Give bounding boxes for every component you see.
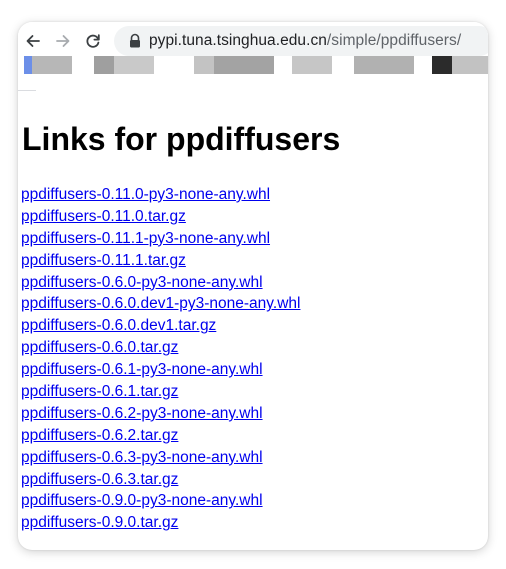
list-item: ppdiffusers-0.6.1-py3-none-any.whl	[21, 359, 300, 381]
list-item: ppdiffusers-0.6.1.tar.gz	[21, 381, 300, 403]
package-link[interactable]: ppdiffusers-0.6.0.dev1-py3-none-any.whl	[21, 295, 300, 312]
bookmark-item[interactable]	[24, 56, 32, 74]
package-link[interactable]: ppdiffusers-0.6.1-py3-none-any.whl	[21, 361, 263, 378]
package-link[interactable]: ppdiffusers-0.11.0-py3-none-any.whl	[21, 186, 270, 203]
package-link[interactable]: ppdiffusers-0.9.0.tar.gz	[21, 514, 178, 531]
bookmark-item[interactable]	[292, 56, 332, 74]
package-link[interactable]: ppdiffusers-0.11.0.tar.gz	[21, 208, 186, 225]
package-link[interactable]: ppdiffusers-0.11.1.tar.gz	[21, 252, 186, 269]
reload-icon	[86, 34, 100, 48]
list-item: ppdiffusers-0.6.0.dev1.tar.gz	[21, 315, 300, 337]
lock-icon	[130, 33, 140, 48]
back-arrow-icon	[26, 35, 40, 47]
url-path: /simple/ppdiffusers/	[326, 32, 462, 49]
bookmark-item[interactable]	[432, 56, 452, 74]
list-item: ppdiffusers-0.11.1-py3-none-any.whl	[21, 228, 300, 250]
address-bar[interactable]: pypi.tuna.tsinghua.edu.cn/simple/ppdiffu…	[114, 26, 488, 56]
bookmark-item[interactable]	[354, 56, 414, 74]
package-link[interactable]: ppdiffusers-0.6.2-py3-none-any.whl	[21, 405, 263, 422]
list-item: ppdiffusers-0.6.3-py3-none-any.whl	[21, 447, 300, 469]
list-item: ppdiffusers-0.6.0-py3-none-any.whl	[21, 272, 300, 294]
reload-button[interactable]	[82, 30, 104, 52]
package-link-list: ppdiffusers-0.11.0-py3-none-any.whl ppdi…	[21, 184, 300, 534]
url-host: pypi.tuna.tsinghua.edu.cn	[149, 32, 327, 49]
page-content: Links for ppdiffusers ppdiffusers-0.11.0…	[18, 92, 488, 550]
bookmark-item[interactable]	[32, 56, 72, 74]
forward-button[interactable]	[52, 30, 74, 52]
list-item: ppdiffusers-0.11.0.tar.gz	[21, 206, 300, 228]
browser-toolbar: pypi.tuna.tsinghua.edu.cn/simple/ppdiffu…	[18, 22, 488, 60]
bookmark-item[interactable]	[114, 56, 154, 74]
package-link[interactable]: ppdiffusers-0.6.0.dev1.tar.gz	[21, 317, 216, 334]
url-text: pypi.tuna.tsinghua.edu.cn/simple/ppdiffu…	[149, 32, 461, 50]
package-link[interactable]: ppdiffusers-0.9.0-py3-none-any.whl	[21, 492, 263, 509]
page-title: Links for ppdiffusers	[22, 121, 341, 157]
package-link[interactable]: ppdiffusers-0.6.2.tar.gz	[21, 427, 178, 444]
browser-window: pypi.tuna.tsinghua.edu.cn/simple/ppdiffu…	[18, 22, 488, 550]
bookmark-item[interactable]	[452, 56, 488, 74]
back-button[interactable]	[22, 30, 44, 52]
bookmark-item[interactable]	[214, 56, 274, 74]
package-link[interactable]: ppdiffusers-0.6.3.tar.gz	[21, 471, 178, 488]
toolbar-divider	[18, 90, 36, 91]
list-item: ppdiffusers-0.9.0.tar.gz	[21, 512, 300, 534]
bookmark-item[interactable]	[194, 56, 214, 74]
list-item: ppdiffusers-0.6.0.dev1-py3-none-any.whl	[21, 293, 300, 315]
list-item: ppdiffusers-0.6.0.tar.gz	[21, 337, 300, 359]
list-item: ppdiffusers-0.11.1.tar.gz	[21, 250, 300, 272]
list-item: ppdiffusers-0.11.0-py3-none-any.whl	[21, 184, 300, 206]
forward-arrow-icon	[56, 35, 70, 47]
package-link[interactable]: ppdiffusers-0.6.0-py3-none-any.whl	[21, 274, 263, 291]
list-item: ppdiffusers-0.6.2-py3-none-any.whl	[21, 403, 300, 425]
package-link[interactable]: ppdiffusers-0.6.3-py3-none-any.whl	[21, 449, 263, 466]
bookmark-item[interactable]	[94, 56, 114, 74]
package-link[interactable]: ppdiffusers-0.6.0.tar.gz	[21, 339, 178, 356]
bookmarks-bar	[18, 56, 488, 74]
package-link[interactable]: ppdiffusers-0.11.1-py3-none-any.whl	[21, 230, 270, 247]
package-link[interactable]: ppdiffusers-0.6.1.tar.gz	[21, 383, 178, 400]
list-item: ppdiffusers-0.9.0-py3-none-any.whl	[21, 490, 300, 512]
list-item: ppdiffusers-0.6.3.tar.gz	[21, 469, 300, 491]
list-item: ppdiffusers-0.6.2.tar.gz	[21, 425, 300, 447]
